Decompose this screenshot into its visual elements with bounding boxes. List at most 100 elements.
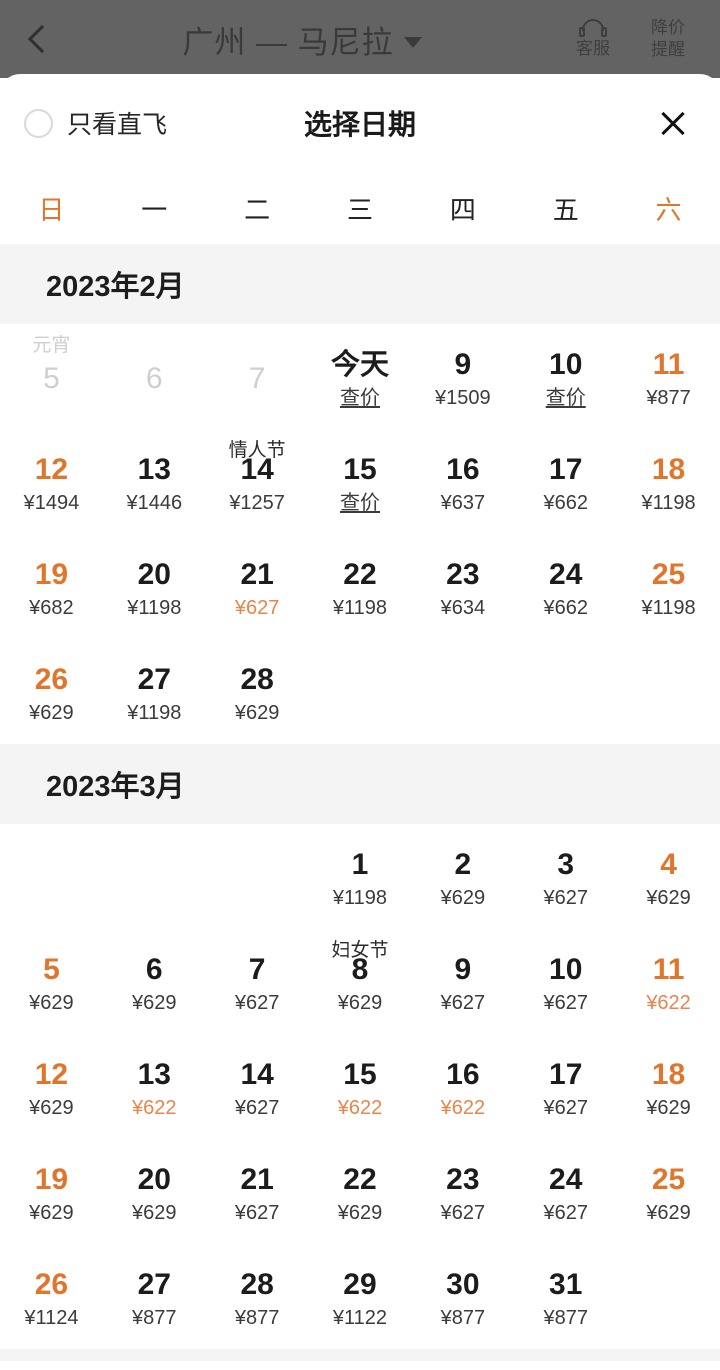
day-cell[interactable]: 4 ¥629 [617, 824, 720, 929]
day-cell[interactable]: 22 ¥1198 [309, 534, 412, 639]
week-row: 12 ¥1494 13 ¥1446 情人节 14 ¥1257 15 查价 16 ¥637 17 ¥662… [0, 429, 720, 534]
check-price-link[interactable]: 查价 [340, 385, 380, 411]
day-cell[interactable]: 30 ¥877 [411, 1244, 514, 1349]
week-row: 19 ¥682 20 ¥1198 21 ¥627 22 ¥1198 23 ¥634 24 ¥662 25… [0, 534, 720, 639]
day-cell[interactable]: 2 ¥629 [411, 824, 514, 929]
day-price: ¥629 [440, 886, 486, 909]
day-cell[interactable]: 13 ¥622 [103, 1034, 206, 1139]
day-cell[interactable]: 13 ¥1446 [103, 429, 206, 534]
day-cell[interactable]: 6 ¥629 [103, 929, 206, 1034]
day-cell[interactable]: 20 ¥629 [103, 1139, 206, 1244]
day-cell[interactable]: 21 ¥627 [206, 534, 309, 639]
day-cell[interactable]: 23 ¥634 [411, 534, 514, 639]
weekday-header-0: 日 [38, 194, 65, 225]
day-cell[interactable]: 19 ¥682 [0, 534, 103, 639]
day-cell[interactable]: 10 查价 [514, 324, 617, 429]
day-cell[interactable]: 9 ¥1509 [411, 324, 514, 429]
day-cell[interactable]: 25 ¥629 [617, 1139, 720, 1244]
day-number: 16 [446, 452, 480, 486]
day-cell[interactable]: 18 ¥1198 [617, 429, 720, 534]
day-number: 14 [240, 1057, 274, 1091]
price-alert-button[interactable]: 降价 提醒 [632, 18, 704, 60]
day-cell[interactable]: 15 查价 [309, 429, 412, 534]
day-cell[interactable]: 31 ¥877 [514, 1244, 617, 1349]
day-cell[interactable]: 12 ¥629 [0, 1034, 103, 1139]
day-cell[interactable]: 11 ¥622 [617, 929, 720, 1034]
day-cell[interactable]: 28 ¥629 [206, 639, 309, 744]
day-cell[interactable]: 5 ¥629 [0, 929, 103, 1034]
customer-support-button[interactable]: 客服 [562, 19, 624, 59]
day-cell[interactable]: 10 ¥627 [514, 929, 617, 1034]
day-number: 25 [651, 1162, 686, 1196]
day-cell[interactable]: 3 ¥627 [514, 824, 617, 929]
day-cell[interactable]: 今天 查价 [309, 324, 412, 429]
customer-support-label: 客服 [576, 39, 610, 58]
day-cell[interactable]: 16 ¥622 [411, 1034, 514, 1139]
calendar-months: 2023年2月 元宵 5 6 7 今天 查价 9 ¥1509 10 查价 11 ¥877 12 ¥1494 1… [0, 244, 720, 1349]
route-selector[interactable]: 广州 — 马尼拉 [42, 17, 562, 62]
day-cell[interactable]: 28 ¥877 [206, 1244, 309, 1349]
day-cell[interactable]: 15 ¥622 [309, 1034, 412, 1139]
festival-label: 情人节 [228, 440, 286, 461]
day-number: 22 [343, 557, 377, 591]
day-price: ¥1494 [23, 491, 80, 514]
day-cell[interactable]: 26 ¥1124 [0, 1244, 103, 1349]
day-cell[interactable]: 24 ¥662 [514, 534, 617, 639]
month-label: 2023年3月 [46, 771, 185, 803]
day-cell[interactable]: 9 ¥627 [411, 929, 514, 1034]
day-price: ¥877 [543, 1306, 588, 1329]
check-price-link[interactable]: 查价 [340, 490, 380, 516]
check-price-link[interactable]: 查价 [546, 385, 586, 411]
day-number: 11 [652, 347, 685, 381]
day-number: 21 [240, 1162, 274, 1196]
day-price: ¥629 [29, 1096, 74, 1119]
day-price: ¥877 [234, 1306, 280, 1329]
festival-label: 元宵 [32, 335, 71, 356]
day-cell[interactable]: 26 ¥629 [0, 639, 103, 744]
day-number: 7 [248, 361, 266, 395]
day-cell[interactable]: 24 ¥627 [514, 1139, 617, 1244]
day-cell[interactable]: 1 ¥1198 [309, 824, 412, 929]
day-cell[interactable]: 19 ¥629 [0, 1139, 103, 1244]
day-number: 28 [240, 662, 274, 696]
day-cell[interactable]: 22 ¥629 [309, 1139, 412, 1244]
day-cell[interactable]: 21 ¥627 [206, 1139, 309, 1244]
date-picker-sheet: 只看直飞 选择日期 日 一 二 三 四 五 六 2023年2月 元宵 5 6 7 今天 查价 9 ¥1509… [0, 74, 720, 1370]
day-price: ¥1198 [641, 491, 696, 514]
day-cell[interactable]: 20 ¥1198 [103, 534, 206, 639]
direct-flights-only-toggle[interactable]: 只看直飞 [24, 105, 167, 141]
weekday-header-5: 五 [552, 194, 579, 225]
day-cell[interactable]: 7 ¥627 [206, 929, 309, 1034]
chevron-down-icon [403, 36, 422, 48]
day-cell[interactable]: 27 ¥877 [103, 1244, 206, 1349]
day-number: 12 [34, 1057, 69, 1091]
day-price: ¥629 [234, 701, 280, 724]
day-cell[interactable]: 23 ¥627 [411, 1139, 514, 1244]
day-price: ¥622 [646, 991, 691, 1014]
day-price: ¥877 [646, 386, 691, 409]
close-icon[interactable] [652, 102, 694, 144]
headset-icon [579, 19, 607, 37]
day-cell[interactable]: 妇女节 8 ¥629 [309, 929, 412, 1034]
day-cell[interactable]: 17 ¥662 [514, 429, 617, 534]
day-cell[interactable]: 12 ¥1494 [0, 429, 103, 534]
day-number-today: 今天 [330, 348, 389, 381]
day-cell[interactable]: 18 ¥629 [617, 1034, 720, 1139]
day-cell[interactable]: 14 ¥627 [206, 1034, 309, 1139]
day-cell[interactable]: 16 ¥637 [411, 429, 514, 534]
day-cell[interactable]: 27 ¥1198 [103, 639, 206, 744]
month-weeks: 1 ¥1198 2 ¥629 3 ¥627 4 ¥629 5 ¥629 6 ¥629 7 ¥627 妇女节 8… [0, 824, 720, 1349]
day-price: ¥682 [29, 596, 74, 619]
day-cell[interactable]: 情人节 14 ¥1257 [206, 429, 309, 534]
day-price: ¥634 [440, 596, 486, 619]
day-price: ¥662 [543, 491, 588, 514]
day-number: 31 [549, 1267, 583, 1301]
day-cell[interactable]: 17 ¥627 [514, 1034, 617, 1139]
weekday-header-2: 二 [244, 194, 271, 225]
day-number: 24 [549, 1162, 583, 1196]
day-price: ¥1198 [332, 596, 388, 619]
day-cell[interactable]: 29 ¥1122 [309, 1244, 412, 1349]
day-number: 5 [43, 361, 60, 395]
day-cell[interactable]: 11 ¥877 [617, 324, 720, 429]
day-cell[interactable]: 25 ¥1198 [617, 534, 720, 639]
